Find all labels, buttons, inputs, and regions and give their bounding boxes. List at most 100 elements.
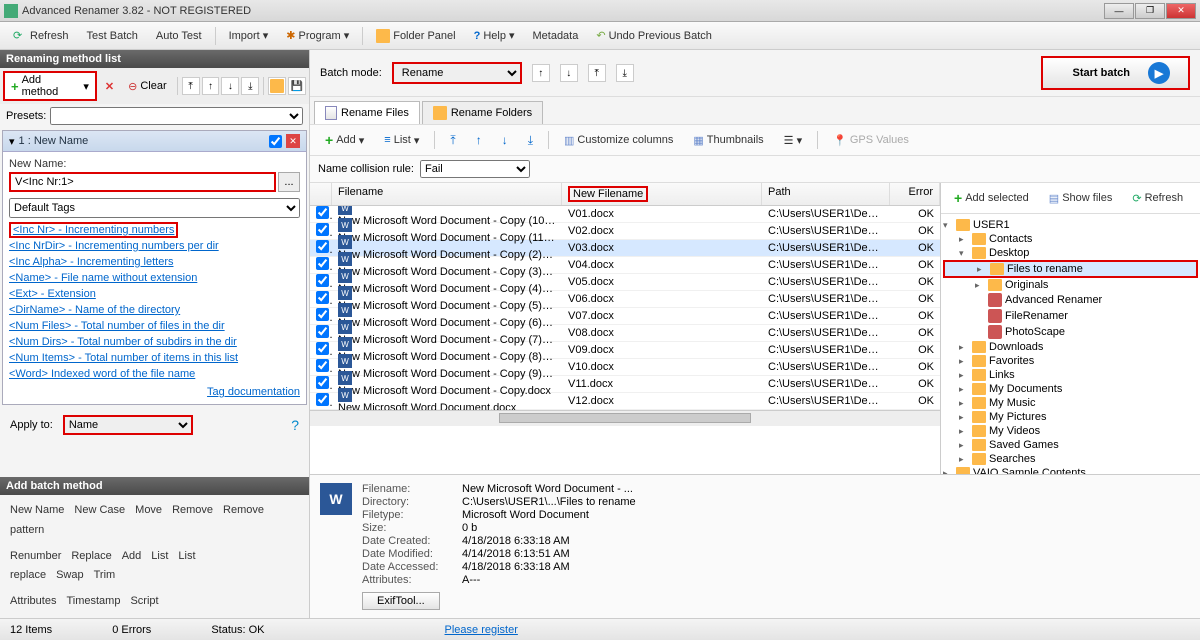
tag-link[interactable]: <Word> Indexed word of the file name bbox=[9, 366, 300, 382]
expand-icon[interactable]: ▸ bbox=[975, 280, 985, 291]
batch-method-link[interactable]: Replace bbox=[71, 550, 111, 562]
batch-method-link[interactable]: Script bbox=[130, 595, 158, 607]
tree-item[interactable]: ▸Favorites bbox=[943, 354, 1198, 368]
refresh-button[interactable]: ⟳Refresh bbox=[6, 26, 76, 46]
batch-method-link[interactable]: Add bbox=[122, 550, 142, 562]
tree-item[interactable]: ▸Saved Games bbox=[943, 438, 1198, 452]
start-batch-button[interactable]: Start batch ▶ bbox=[1041, 56, 1190, 90]
tree-item[interactable]: ▸Searches bbox=[943, 452, 1198, 466]
expand-icon[interactable]: ▸ bbox=[959, 342, 969, 353]
help-icon[interactable]: ? bbox=[291, 417, 299, 433]
tree-item[interactable]: Advanced Renamer bbox=[943, 292, 1198, 308]
gps-values-button[interactable]: 📍GPS Values bbox=[826, 131, 916, 150]
tree-item[interactable]: ▸My Pictures bbox=[943, 410, 1198, 424]
expand-icon[interactable]: ▸ bbox=[959, 398, 969, 409]
display-options-button[interactable]: ☰ ▾ bbox=[777, 131, 809, 150]
expand-icon[interactable]: ▸ bbox=[959, 412, 969, 423]
show-files-button[interactable]: ▤Show files bbox=[1042, 189, 1120, 208]
tree-item[interactable]: ▸VAIO Sample Contents bbox=[943, 466, 1198, 474]
tab-rename-folders[interactable]: Rename Folders bbox=[422, 101, 543, 124]
expand-icon[interactable]: ▾ bbox=[959, 248, 969, 259]
expand-icon[interactable]: ▸ bbox=[959, 426, 969, 437]
tag-link[interactable]: <Inc Nr> - Incrementing numbers bbox=[9, 222, 178, 238]
tree-item[interactable]: ▸Downloads bbox=[943, 340, 1198, 354]
tag-link[interactable]: <Num Files> - Total number of files in t… bbox=[9, 318, 300, 334]
tag-link[interactable]: <Inc Alpha> - Incrementing letters bbox=[9, 254, 300, 270]
collapse-icon[interactable]: ▾ bbox=[9, 135, 15, 148]
add-method-button[interactable]: +Add method ▾ bbox=[3, 71, 97, 101]
row-checkbox[interactable] bbox=[316, 291, 329, 304]
sort-up-button[interactable]: ↑ bbox=[469, 130, 489, 150]
batch-bottom-button[interactable]: ⤓ bbox=[616, 64, 634, 82]
tag-link[interactable]: <Num Items> - Total number of items in t… bbox=[9, 350, 300, 366]
row-checkbox[interactable] bbox=[316, 342, 329, 355]
batch-top-button[interactable]: ⤒ bbox=[588, 64, 606, 82]
undo-button[interactable]: ↶Undo Previous Batch bbox=[589, 26, 719, 45]
expand-icon[interactable]: ▸ bbox=[977, 264, 987, 275]
tag-link[interactable]: <Inc NrDir> - Incrementing numbers per d… bbox=[9, 238, 300, 254]
move-bottom-button[interactable]: ⤓ bbox=[241, 77, 259, 95]
tree-item[interactable]: ▸Files to rename bbox=[943, 260, 1198, 278]
tree-item[interactable]: ▸My Videos bbox=[943, 424, 1198, 438]
col-filename[interactable]: Filename bbox=[332, 183, 562, 205]
close-button[interactable]: ✕ bbox=[1166, 3, 1196, 19]
batch-method-link[interactable]: Swap bbox=[56, 569, 84, 581]
add-files-button[interactable]: +Add ▾ bbox=[318, 129, 371, 151]
thumbnails-button[interactable]: ▦Thumbnails bbox=[686, 131, 770, 150]
row-checkbox[interactable] bbox=[316, 274, 329, 287]
add-selected-button[interactable]: +Add selected bbox=[947, 187, 1036, 209]
metadata-button[interactable]: Metadata bbox=[525, 27, 585, 45]
tag-link[interactable]: <DirName> - Name of the directory bbox=[9, 302, 300, 318]
batch-method-link[interactable]: Renumber bbox=[10, 550, 61, 562]
list-menu[interactable]: ≡List ▾ bbox=[377, 131, 426, 150]
batch-down-button[interactable]: ↓ bbox=[560, 64, 578, 82]
tree-item[interactable]: ▸Originals bbox=[943, 278, 1198, 292]
tree-item[interactable]: ▸Links bbox=[943, 368, 1198, 382]
register-link[interactable]: Please register bbox=[445, 624, 518, 636]
table-row[interactable]: W New Microsoft Word Document.docxV12.do… bbox=[310, 393, 940, 410]
move-top-button[interactable]: ⤒ bbox=[182, 77, 200, 95]
col-new-filename[interactable]: New Filename bbox=[562, 183, 762, 205]
move-down-button[interactable]: ↓ bbox=[221, 77, 239, 95]
auto-test-button[interactable]: Auto Test bbox=[149, 27, 209, 45]
tree-item[interactable]: ▸Contacts bbox=[943, 232, 1198, 246]
batch-method-link[interactable]: New Case bbox=[74, 504, 125, 516]
expand-icon[interactable]: ▸ bbox=[959, 370, 969, 381]
row-checkbox[interactable] bbox=[316, 257, 329, 270]
tree-item[interactable]: ▾Desktop bbox=[943, 246, 1198, 260]
tree-item[interactable]: ▸My Documents bbox=[943, 382, 1198, 396]
customize-columns-button[interactable]: ▥Customize columns bbox=[557, 131, 680, 150]
expand-icon[interactable]: ▸ bbox=[959, 440, 969, 451]
open-folder-button[interactable] bbox=[268, 77, 286, 95]
import-menu[interactable]: Import ▾ bbox=[222, 26, 276, 45]
default-tags-select[interactable]: Default Tags bbox=[9, 198, 300, 218]
batch-method-link[interactable]: Trim bbox=[94, 569, 116, 581]
method-close-button[interactable]: ✕ bbox=[286, 134, 300, 148]
expand-icon[interactable]: ▸ bbox=[959, 384, 969, 395]
tag-documentation-link[interactable]: Tag documentation bbox=[207, 384, 300, 400]
program-menu[interactable]: ✱Program ▾ bbox=[279, 26, 356, 45]
row-checkbox[interactable] bbox=[316, 308, 329, 321]
row-checkbox[interactable] bbox=[316, 240, 329, 253]
tree-item[interactable]: ▾USER1 bbox=[943, 218, 1198, 232]
exiftool-button[interactable]: ExifTool... bbox=[362, 592, 440, 610]
delete-method-button[interactable]: ✕ bbox=[99, 79, 120, 94]
batch-up-button[interactable]: ↑ bbox=[532, 64, 550, 82]
tree-item[interactable]: ▸My Music bbox=[943, 396, 1198, 410]
expand-icon[interactable]: ▸ bbox=[959, 356, 969, 367]
row-checkbox[interactable] bbox=[316, 376, 329, 389]
row-checkbox[interactable] bbox=[316, 325, 329, 338]
apply-to-select[interactable]: Name bbox=[63, 415, 193, 435]
sort-bottom-button[interactable]: ⤓ bbox=[521, 130, 540, 151]
row-checkbox[interactable] bbox=[316, 359, 329, 372]
method-enabled-checkbox[interactable] bbox=[269, 135, 282, 148]
test-batch-button[interactable]: Test Batch bbox=[80, 27, 145, 45]
batch-method-link[interactable]: List bbox=[151, 550, 168, 562]
col-error[interactable]: Error bbox=[890, 183, 940, 205]
batch-method-link[interactable]: Remove bbox=[172, 504, 213, 516]
row-checkbox[interactable] bbox=[316, 223, 329, 236]
folder-panel-button[interactable]: Folder Panel bbox=[369, 26, 462, 46]
expand-icon[interactable]: ▸ bbox=[959, 234, 969, 245]
batch-method-link[interactable]: Attributes bbox=[10, 595, 56, 607]
row-checkbox[interactable] bbox=[316, 393, 329, 406]
